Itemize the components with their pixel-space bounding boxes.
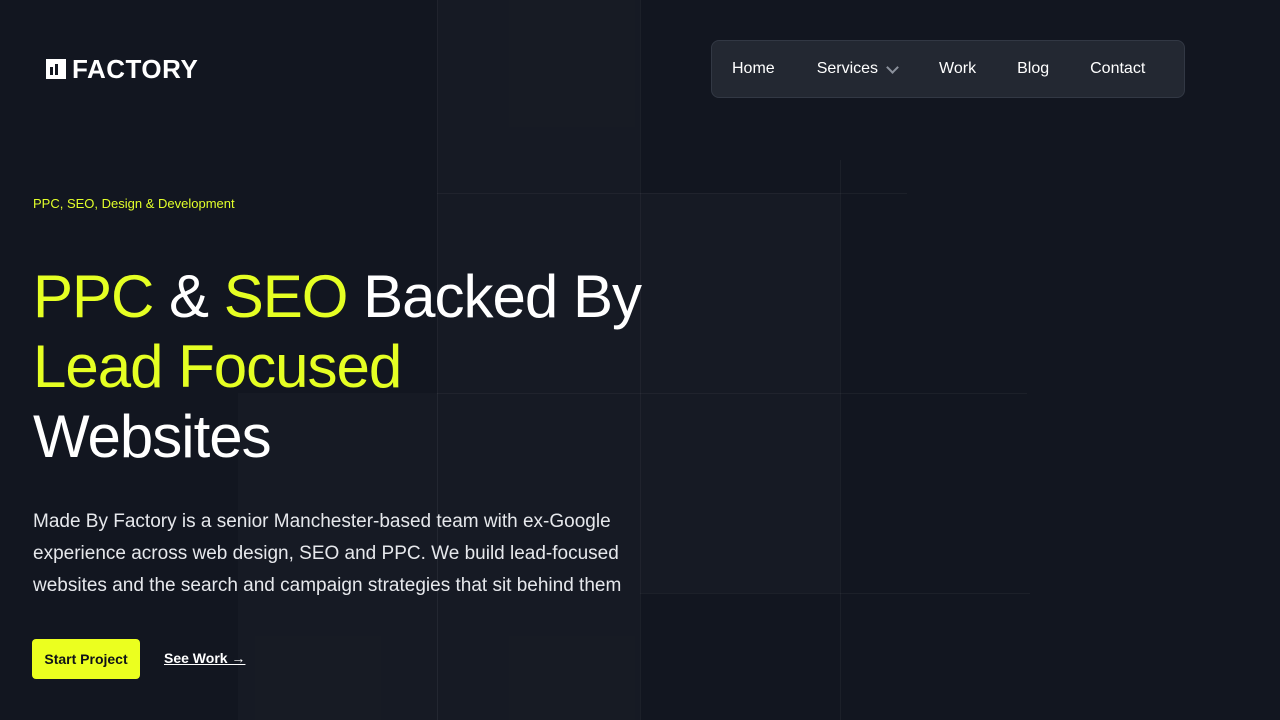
headline-lead-focused: Lead Focused — [33, 333, 402, 400]
main-nav: Home Services Work Blog Contact — [711, 40, 1185, 98]
chevron-down-icon — [886, 60, 899, 74]
hero-description: Made By Factory is a senior Manchester-b… — [33, 511, 622, 596]
logo-text: FACTORY — [72, 54, 199, 84]
see-work-link[interactable]: See Work → — [164, 650, 245, 666]
start-project-button[interactable]: Start Project — [32, 639, 140, 679]
nav-item-work[interactable]: Work — [939, 60, 976, 78]
headline-ampersand: & — [169, 263, 209, 330]
nav-item-services-label: Services — [816, 60, 879, 77]
nav-item-blog[interactable]: Blog — [1017, 60, 1049, 78]
grid-line — [437, 193, 907, 194]
headline-seo: SEO — [223, 263, 349, 330]
nav-item-contact[interactable]: Contact — [1090, 60, 1145, 78]
grid-line — [640, 593, 1030, 594]
hero-eyebrow: PPC, SEO, Design & Development — [33, 196, 235, 211]
nav-item-services[interactable]: Services — [816, 60, 899, 78]
factory-logo-icon — [46, 59, 66, 79]
page: FACTORY Home Services Work Blog Contact … — [0, 0, 1280, 720]
headline-ppc: PPC — [33, 263, 154, 330]
nav-item-home[interactable]: Home — [732, 60, 775, 78]
logo[interactable]: FACTORY — [46, 55, 198, 83]
hero-headline: PPC & SEO Backed By Lead Focused Website… — [33, 262, 733, 472]
grid-line — [840, 160, 841, 720]
headline-backed-by: Backed By — [363, 263, 642, 330]
headline-websites: Websites — [33, 403, 272, 470]
